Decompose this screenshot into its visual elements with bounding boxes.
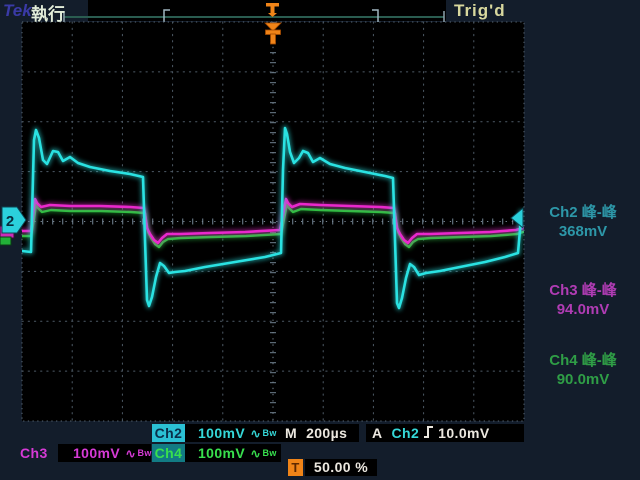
ch3-channel-label: Ch3 (20, 445, 48, 461)
measurement-ch4-pkpk: Ch4 峰-峰 90.0mV (530, 351, 636, 389)
horizontal-trigger-icon: T (288, 459, 303, 476)
ch2-channel-badge: Ch2 (152, 424, 185, 442)
measurement-ch2-value: 368mV (558, 223, 608, 240)
trigger-level: 10.0mV (438, 425, 490, 441)
acquisition-status: 執行 (31, 5, 65, 24)
ch2-scale-value: 100mV (198, 425, 246, 441)
measurement-ch4-value: 90.0mV (556, 371, 610, 388)
measurement-ch3-pkpk: Ch3 峰-峰 94.0mV (530, 281, 636, 319)
trigger-a-label: A (372, 425, 383, 441)
trigger-source: Ch2 (391, 425, 420, 441)
measurement-ch3-value: 94.0mV (556, 301, 610, 318)
measurement-ch3-label: Ch3 峰-峰 (549, 282, 617, 299)
ch2-coupling-icon: ∿ (250, 426, 262, 441)
timebase-value: 200µs (306, 425, 348, 441)
rising-edge-icon (424, 426, 434, 438)
oscilloscope-screen: 2 Tek 執行 Trig'd Ch2 峰-峰 368mV Ch3 峰-峰 94… (0, 0, 640, 480)
ch4-scale-value: 100mV (198, 445, 246, 461)
ch3-scale-value: 100mV (73, 445, 121, 461)
measurement-ch4-label: Ch4 峰-峰 (549, 352, 617, 369)
ch4-scale-readout: 100mV ∿Bw (185, 444, 281, 462)
ch3-bandwidth-icon: Bw (137, 448, 152, 458)
ch2-scale-readout: 100mV ∿Bw (185, 424, 281, 442)
ch4-bandwidth-icon: Bw (262, 448, 277, 458)
timebase-label: M (285, 425, 298, 441)
ch3-scale-readout: 100mV ∿Bw (58, 444, 151, 462)
ch2-bandwidth-icon: Bw (262, 428, 277, 438)
ch4-channel-badge: Ch4 (152, 444, 185, 462)
ch4-coupling-icon: ∿ (250, 446, 262, 461)
measurement-ch2-label: Ch2 峰-峰 (549, 204, 617, 221)
ch2-position-label: 2 (6, 213, 14, 230)
trigger-status: Trig'd (454, 1, 506, 20)
horizontal-trigger-position: 50.00 % (305, 459, 377, 476)
tek-logo: Tek (3, 1, 32, 20)
trigger-readout: A Ch2 10.0mV (366, 424, 524, 442)
ch4-position-marker (0, 236, 12, 246)
ch3-coupling-icon: ∿ (125, 446, 137, 461)
timebase-readout: M 200µs (281, 424, 359, 442)
measurement-ch2-pkpk: Ch2 峰-峰 368mV (530, 203, 636, 241)
